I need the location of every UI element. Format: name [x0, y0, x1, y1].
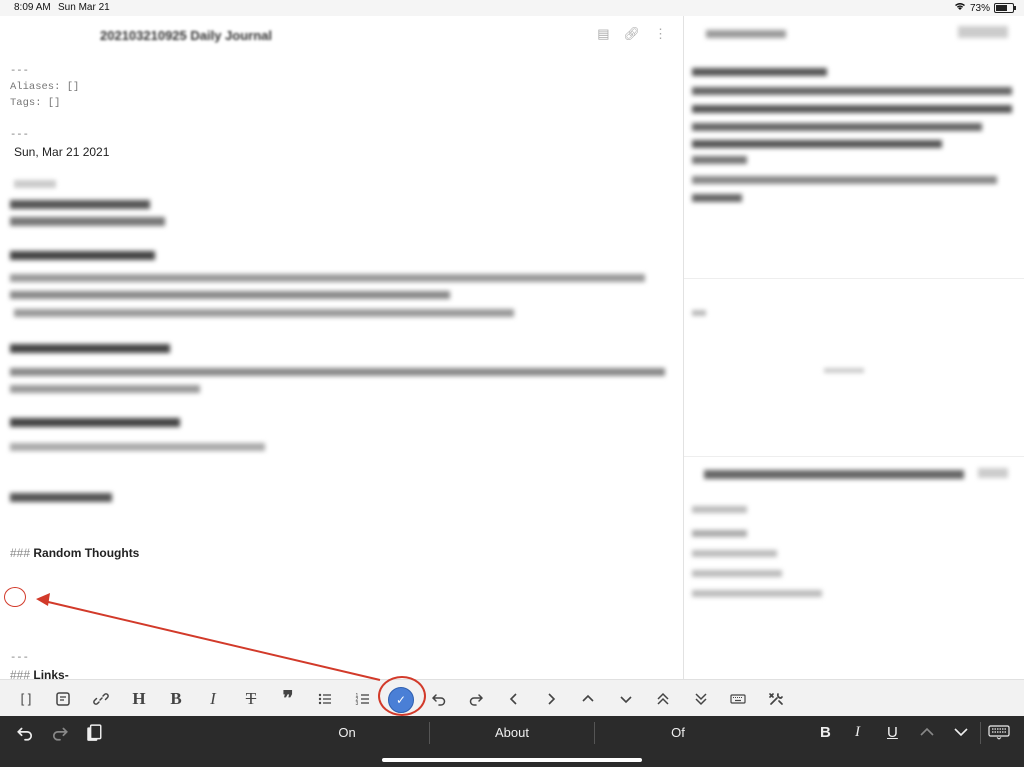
keyboard-chevron-down-icon[interactable]: [952, 724, 970, 745]
cursor-annotation-circle: [4, 587, 26, 607]
aliases-line: Aliases: []: [10, 81, 80, 93]
status-right: 73%: [954, 2, 1016, 14]
preview-icon[interactable]: ▤: [597, 26, 609, 42]
home-indicator: [382, 758, 642, 762]
panel-icons-blur: [958, 26, 1008, 38]
more-icon[interactable]: ⋮: [654, 26, 667, 42]
chevron-down-icon[interactable]: [611, 680, 641, 717]
heading-hash-links: ###: [10, 668, 31, 679]
random-thoughts-heading: ### Random Thoughts: [10, 546, 139, 560]
keyboard-divider: [980, 722, 981, 744]
editor-header-icons: ▤ 🔗︎ ⋮: [597, 26, 667, 42]
keyboard-underline-button[interactable]: U: [887, 724, 898, 741]
links-separator: ---: [10, 652, 29, 664]
tags-line: Tags: []: [10, 97, 61, 109]
markdown-toolbar: [ ] H B I T ❞ 123 ✓: [0, 679, 1024, 717]
keyboard-chevron-up-icon[interactable]: [918, 724, 936, 745]
editor-pane[interactable]: 202103210925 Daily Journal ▤ 🔗︎ ⋮ --- Al…: [0, 16, 684, 679]
note-title: 202103210925 Daily Journal: [100, 28, 273, 43]
panel-line: [692, 176, 997, 184]
suggestion-1[interactable]: On: [287, 725, 407, 740]
frontmatter-separator-2: ---: [10, 129, 29, 141]
bold-button[interactable]: B: [161, 680, 191, 717]
note-icon[interactable]: [48, 680, 78, 717]
keyboard-icon[interactable]: [723, 680, 753, 717]
status-time: 8:09 AM: [14, 2, 51, 13]
panel-line: [824, 368, 864, 373]
suggestion-2[interactable]: About: [452, 725, 572, 740]
keyboard-bold-button[interactable]: B: [820, 724, 831, 741]
tools-icon[interactable]: [761, 680, 791, 717]
svg-text:3: 3: [356, 701, 359, 707]
panel-line: [692, 123, 982, 131]
numbered-list-icon[interactable]: 123: [348, 680, 378, 717]
links-heading-text: Links-: [33, 668, 69, 679]
strikethrough-button[interactable]: T: [236, 680, 266, 717]
panel-divider: [684, 278, 1024, 279]
links-heading: ### Links-: [10, 668, 69, 679]
panel-line: [692, 156, 747, 164]
panel-line: [692, 310, 706, 316]
frontmatter-separator: ---: [10, 65, 29, 77]
panel-divider-2: [684, 456, 1024, 457]
chevron-left-icon[interactable]: [499, 680, 529, 717]
right-panel[interactable]: [684, 16, 1024, 679]
brackets-button[interactable]: [ ]: [11, 680, 41, 717]
panel-line: [692, 506, 747, 513]
keyboard-shortcut-bar: On About Of B I U: [0, 716, 1024, 767]
suggestion-divider-2: [594, 722, 595, 744]
wifi-icon: [954, 2, 966, 14]
date-line: Sun, Mar 21 2021: [14, 145, 110, 159]
undo-icon[interactable]: [424, 680, 454, 717]
italic-button[interactable]: I: [198, 680, 228, 717]
chevron-up-icon[interactable]: [573, 680, 603, 717]
keyboard-undo-icon[interactable]: [16, 724, 34, 747]
heading-hash: ###: [10, 546, 31, 560]
chevron-right-icon[interactable]: [536, 680, 566, 717]
bullets-icon[interactable]: [310, 680, 340, 717]
double-chevron-down-icon[interactable]: [686, 680, 716, 717]
heading-text: Random Thoughts: [33, 546, 140, 560]
suggestion-3[interactable]: Of: [618, 725, 738, 740]
panel-line: [692, 590, 822, 597]
heading-button[interactable]: H: [124, 680, 154, 717]
link-icon[interactable]: 🔗︎: [623, 26, 640, 42]
panel-line: [692, 68, 827, 76]
panel-line: [692, 140, 942, 148]
status-bar: 8:09 AM Sun Mar 21 73%: [0, 0, 1024, 16]
panel-line: [692, 550, 777, 557]
suggestion-divider: [429, 722, 430, 744]
panel-line: [692, 530, 747, 537]
panel-line: [704, 470, 964, 479]
redo-icon[interactable]: [461, 680, 491, 717]
panel-title-blur: [706, 30, 786, 38]
quote-button[interactable]: ❞: [273, 680, 303, 717]
paste-icon[interactable]: [86, 724, 102, 747]
panel-icons-blur-2: [978, 468, 1008, 478]
battery-percent: 73%: [969, 2, 990, 14]
panel-line: [692, 105, 1012, 113]
panel-line: [692, 570, 782, 577]
keyboard-dismiss-icon[interactable]: [988, 724, 1010, 745]
link-icon[interactable]: [86, 680, 116, 717]
panel-line: [692, 194, 742, 202]
keyboard-redo-icon[interactable]: [51, 724, 69, 747]
double-chevron-up-icon[interactable]: [648, 680, 678, 717]
keyboard-italic-button[interactable]: I: [855, 724, 860, 741]
status-date: Sun Mar 21: [58, 2, 110, 13]
checkbox-annotation-circle: [378, 676, 426, 716]
battery-icon: [994, 3, 1016, 13]
panel-line: [692, 87, 1012, 95]
